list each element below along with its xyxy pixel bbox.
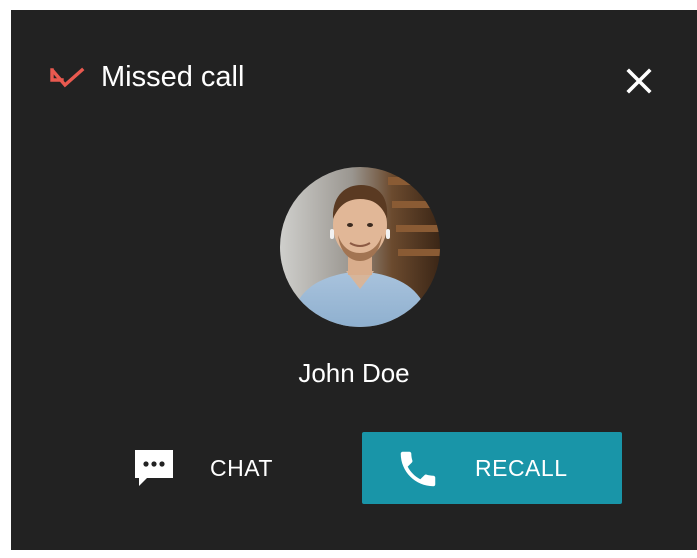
close-icon[interactable] xyxy=(621,63,657,99)
caller-name: John Doe xyxy=(298,358,410,388)
dialog-title: Missed call xyxy=(101,61,245,93)
chat-bubble-icon xyxy=(135,450,173,486)
recall-button-label: RECALL xyxy=(475,455,568,481)
missed-call-dialog: Missed call John Doe CHAT RECALL xyxy=(11,10,697,550)
chat-button[interactable]: CHAT xyxy=(121,432,301,504)
dialog-header: Missed call xyxy=(11,10,697,150)
avatar-photo xyxy=(280,167,440,327)
chat-button-label: CHAT xyxy=(210,455,273,481)
missed-call-arrow-icon xyxy=(50,67,85,88)
phone-icon xyxy=(400,451,436,487)
avatar xyxy=(280,167,440,327)
recall-button[interactable]: RECALL xyxy=(362,432,622,504)
